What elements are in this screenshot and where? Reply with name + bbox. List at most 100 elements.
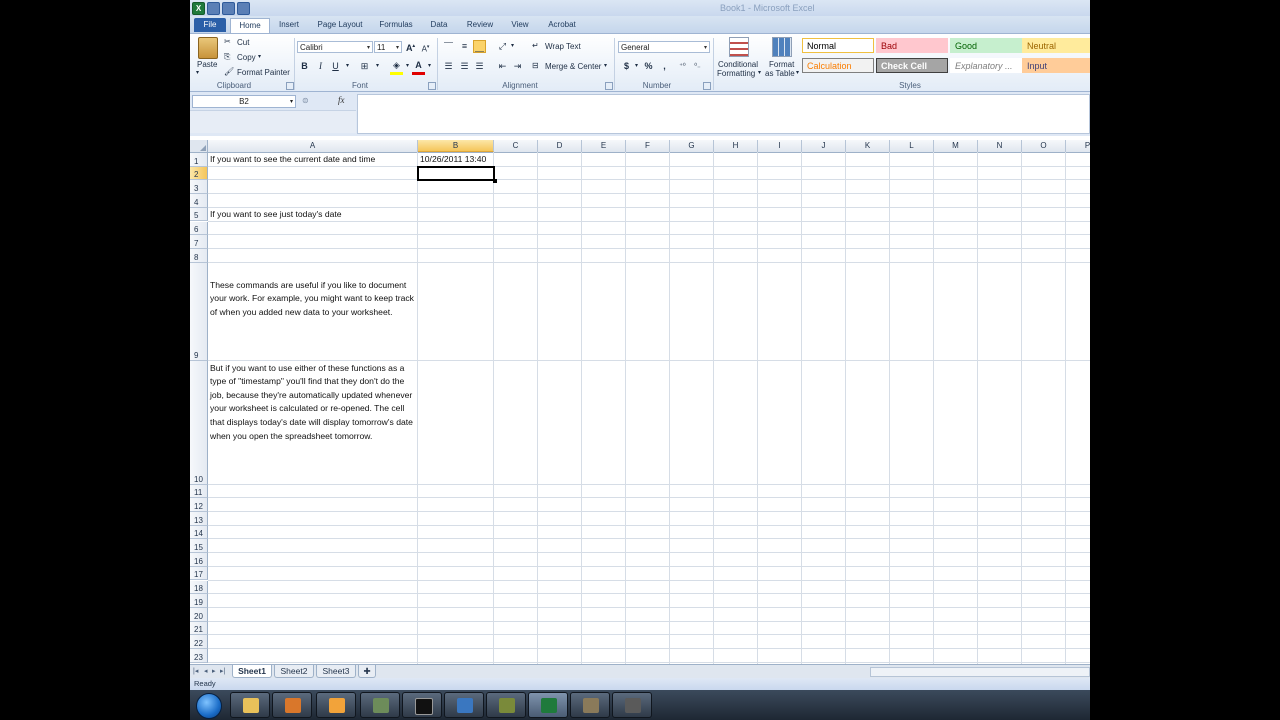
taskbar-excel[interactable] bbox=[528, 692, 568, 718]
cell-a9[interactable]: These commands are useful if you like to… bbox=[210, 279, 416, 320]
borders-icon[interactable]: ⊞ bbox=[358, 60, 371, 73]
row-header-21[interactable]: 21 bbox=[190, 621, 208, 636]
column-header-j[interactable]: J bbox=[802, 140, 846, 152]
row-header-6[interactable]: 6 bbox=[190, 221, 208, 236]
align-left-icon[interactable]: ☰ bbox=[442, 60, 455, 73]
align-right-icon[interactable]: ☰ bbox=[473, 60, 486, 73]
row-header-4[interactable]: 4 bbox=[190, 194, 208, 208]
font-launcher-icon[interactable] bbox=[428, 82, 436, 90]
sheet-tab-3[interactable]: Sheet3 bbox=[316, 665, 356, 678]
tab-review[interactable]: Review bbox=[462, 18, 498, 32]
paste-button[interactable]: Paste bbox=[197, 60, 217, 69]
tab-data[interactable]: Data bbox=[426, 18, 452, 32]
align-center-icon[interactable]: ☰ bbox=[458, 60, 471, 73]
formula-bar-resize-area[interactable] bbox=[190, 110, 356, 133]
decrease-indent-icon[interactable]: ⇤ bbox=[496, 60, 509, 73]
row-header-13[interactable]: 13 bbox=[190, 512, 208, 526]
insert-function-button[interactable]: fx bbox=[338, 95, 345, 105]
style-input[interactable]: Input bbox=[1022, 58, 1090, 73]
undo-icon[interactable] bbox=[222, 2, 235, 15]
row-header-12[interactable]: 12 bbox=[190, 498, 208, 512]
row-header-7[interactable]: 7 bbox=[190, 235, 208, 249]
taskbar-media[interactable] bbox=[272, 692, 312, 718]
align-top-icon[interactable]: ⎺ bbox=[442, 40, 455, 53]
align-bottom-icon[interactable]: ⎽ bbox=[473, 40, 486, 53]
row-header-19[interactable]: 19 bbox=[190, 594, 208, 608]
style-normal[interactable]: Normal bbox=[802, 38, 874, 53]
merge-dropdown-icon[interactable]: ▾ bbox=[604, 62, 607, 69]
column-header-g[interactable]: G bbox=[670, 140, 714, 152]
column-header-a[interactable]: A bbox=[208, 140, 418, 152]
increase-indent-icon[interactable]: ⇥ bbox=[511, 60, 524, 73]
column-header-h[interactable]: H bbox=[714, 140, 758, 152]
taskbar-app9[interactable] bbox=[570, 692, 610, 718]
font-size-select[interactable]: 11 ▾ bbox=[374, 41, 402, 53]
save-icon[interactable] bbox=[207, 2, 220, 15]
row-header-17[interactable]: 17 bbox=[190, 566, 208, 581]
conditional-formatting-label-2[interactable]: Formatting bbox=[717, 69, 755, 78]
copy-icon[interactable]: ⎘ bbox=[224, 52, 230, 62]
taskbar-app6[interactable] bbox=[444, 692, 484, 718]
tab-page-layout[interactable]: Page Layout bbox=[314, 18, 366, 32]
column-header-i[interactable]: I bbox=[758, 140, 802, 152]
orientation-dropdown-icon[interactable]: ▾ bbox=[506, 40, 519, 53]
copy-button[interactable]: Copy bbox=[237, 53, 256, 62]
row-header-1[interactable]: 1 bbox=[190, 153, 208, 167]
taskbar-outlook[interactable] bbox=[316, 692, 356, 718]
shrink-font-icon[interactable]: A▾ bbox=[419, 41, 432, 54]
font-color-dropdown-icon[interactable]: ▾ bbox=[423, 60, 436, 73]
style-explanatory[interactable]: Explanatory ... bbox=[950, 58, 1022, 73]
next-sheet-icon[interactable]: ▸ bbox=[212, 667, 216, 675]
column-header-p[interactable]: P bbox=[1066, 140, 1090, 152]
wrap-text-icon[interactable]: ↵ bbox=[532, 41, 539, 50]
cut-icon[interactable]: ✂ bbox=[224, 37, 231, 46]
taskbar-app10[interactable] bbox=[612, 692, 652, 718]
format-painter-button[interactable]: Format Painter bbox=[237, 68, 290, 77]
style-check-cell[interactable]: Check Cell bbox=[876, 58, 948, 73]
column-header-b[interactable]: B bbox=[418, 140, 494, 152]
spreadsheet-grid[interactable]: ABCDEFGHIJKLMNOP 1 2 3 4 5 6 7 8 9 10 11 12 13 14 15 16… bbox=[190, 140, 1090, 664]
merge-center-button[interactable]: Merge & Center bbox=[545, 62, 601, 71]
conditional-formatting-icon[interactable] bbox=[729, 37, 749, 57]
column-header-c[interactable]: C bbox=[494, 140, 538, 152]
style-bad[interactable]: Bad bbox=[876, 38, 948, 53]
taskbar-cmd[interactable] bbox=[402, 692, 442, 718]
excel-icon[interactable]: X bbox=[192, 2, 205, 15]
row-header-11[interactable]: 11 bbox=[190, 484, 208, 499]
paste-dropdown-icon[interactable]: ▾ bbox=[196, 69, 199, 76]
borders-dropdown-icon[interactable]: ▾ bbox=[371, 60, 384, 73]
name-box[interactable]: B2 ▾ bbox=[192, 95, 296, 108]
first-sheet-icon[interactable]: |◂ bbox=[193, 667, 198, 675]
number-format-select[interactable]: General ▾ bbox=[618, 41, 710, 53]
cell-a10[interactable]: But if you want to use either of these f… bbox=[210, 362, 416, 444]
tab-file[interactable]: File bbox=[194, 18, 226, 32]
taskbar-app7[interactable] bbox=[486, 692, 526, 718]
column-header-n[interactable]: N bbox=[978, 140, 1022, 152]
clipboard-launcher-icon[interactable] bbox=[286, 82, 294, 90]
cell-b1[interactable]: 10/26/2011 13:40 bbox=[420, 154, 486, 164]
paste-icon[interactable] bbox=[198, 37, 218, 59]
row-header-23[interactable]: 23 bbox=[190, 649, 208, 663]
grow-font-icon[interactable]: A▴ bbox=[404, 40, 417, 53]
horizontal-scrollbar[interactable] bbox=[870, 667, 1090, 677]
style-neutral[interactable]: Neutral bbox=[1022, 38, 1090, 53]
row-header-5[interactable]: 5 bbox=[190, 207, 208, 222]
format-as-table-label-2[interactable]: as Table bbox=[765, 69, 795, 78]
percent-button[interactable]: % bbox=[642, 60, 655, 73]
style-good[interactable]: Good bbox=[950, 38, 1022, 53]
row-header-2[interactable]: 2 bbox=[190, 166, 208, 181]
column-header-m[interactable]: M bbox=[934, 140, 978, 152]
row-header-22[interactable]: 22 bbox=[190, 635, 208, 649]
column-header-f[interactable]: F bbox=[626, 140, 670, 152]
select-all-button[interactable] bbox=[190, 140, 208, 152]
format-as-table-icon[interactable] bbox=[772, 37, 792, 57]
row-header-10[interactable]: 10 bbox=[190, 360, 208, 485]
row-header-18[interactable]: 18 bbox=[190, 580, 208, 595]
increase-decimal-icon[interactable]: ⁺⁰ bbox=[676, 60, 689, 73]
font-name-select[interactable]: Calibri ▾ bbox=[297, 41, 373, 53]
redo-icon[interactable] bbox=[237, 2, 250, 15]
insert-sheet-icon[interactable]: ✚ bbox=[358, 665, 376, 678]
bold-button[interactable]: B bbox=[298, 60, 311, 73]
column-header-e[interactable]: E bbox=[582, 140, 626, 152]
conditional-formatting-label[interactable]: Conditional bbox=[718, 60, 758, 69]
